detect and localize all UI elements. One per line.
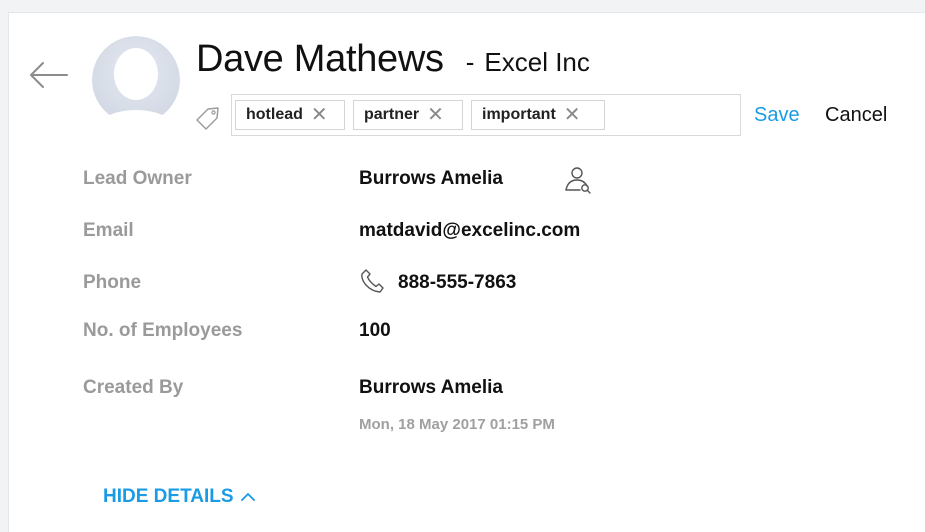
tag-label: hotlead xyxy=(246,106,303,123)
email-value[interactable]: matdavid@excelinc.com xyxy=(359,220,580,242)
tag-chip: important ✕ xyxy=(471,100,605,130)
close-icon[interactable]: ✕ xyxy=(311,105,328,125)
phone-value[interactable]: 888-555-7863 xyxy=(398,272,516,294)
employees-value: 100 xyxy=(359,320,391,341)
tag-icon xyxy=(194,104,222,132)
tag-chip: partner ✕ xyxy=(353,100,463,130)
created-by-value: Burrows Amelia xyxy=(359,377,503,398)
close-icon[interactable]: ✕ xyxy=(564,105,581,125)
user-search-icon[interactable] xyxy=(563,165,593,195)
lead-owner-label: Lead Owner xyxy=(83,168,192,189)
back-arrow-icon[interactable] xyxy=(27,60,69,90)
employees-label: No. of Employees xyxy=(83,320,243,341)
tag-label: partner xyxy=(364,106,420,123)
hide-details-label: HIDE DETAILS xyxy=(103,486,234,507)
chevron-up-icon xyxy=(240,493,255,501)
created-by-label: Created By xyxy=(83,377,184,398)
tag-chip: hotlead ✕ xyxy=(235,100,345,130)
tag-label: important xyxy=(482,106,556,123)
cancel-button[interactable]: Cancel xyxy=(825,104,887,127)
phone-icon xyxy=(360,268,386,294)
lead-title: Dave Mathews - Excel Inc xyxy=(196,38,590,81)
hide-details-button[interactable]: HIDE DETAILS xyxy=(103,486,256,508)
created-timestamp: Mon, 18 May 2017 01:15 PM xyxy=(359,416,555,433)
company-name: Excel Inc xyxy=(484,47,590,77)
tags-input[interactable]: hotlead ✕ partner ✕ important ✕ xyxy=(231,94,741,136)
close-icon[interactable]: ✕ xyxy=(427,105,444,125)
lead-owner-value: Burrows Amelia xyxy=(359,168,503,189)
avatar xyxy=(92,36,180,124)
phone-label: Phone xyxy=(83,272,142,293)
email-label: Email xyxy=(83,220,134,241)
lead-name: Dave Mathews xyxy=(196,38,444,80)
save-button[interactable]: Save xyxy=(754,104,800,127)
title-separator: - xyxy=(465,47,475,77)
